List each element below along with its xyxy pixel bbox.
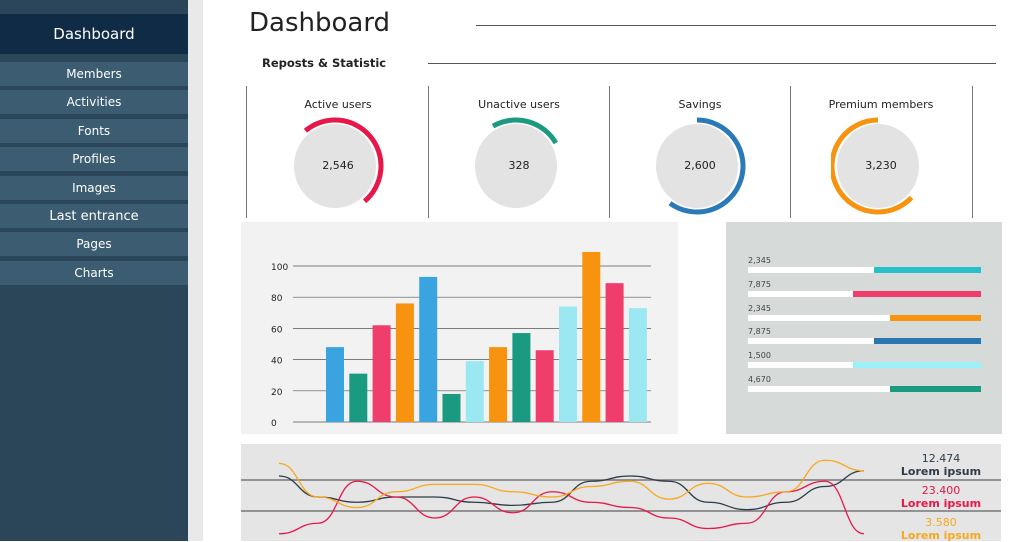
progress-value: 2,345	[748, 303, 771, 313]
gauge-label: Unactive users	[478, 98, 560, 111]
legend-entry: 12.474 Lorem ipsum	[891, 452, 991, 478]
progress-fill	[852, 290, 981, 297]
legend-entry: 3.580 Lorem ipsum	[891, 516, 991, 542]
progress-fill	[852, 362, 981, 369]
progress-fill	[890, 314, 981, 321]
progress-value: 4,670	[748, 375, 771, 384]
progress-fill	[890, 386, 981, 392]
divider-strip	[188, 0, 203, 541]
y-tick-label: 0	[271, 419, 277, 429]
progress-bar	[748, 386, 981, 392]
gauge-value: 2,546	[322, 159, 354, 172]
progress-bar	[748, 290, 981, 297]
gauge-value: 3,230	[865, 159, 897, 172]
y-tick-label: 20	[271, 388, 283, 398]
bar	[628, 308, 647, 422]
progress-bar	[748, 314, 981, 321]
bar	[372, 325, 391, 422]
divider	[428, 63, 996, 64]
progress-bar	[748, 267, 981, 273]
sidebar-header[interactable]: Dashboard	[0, 14, 188, 54]
bar-chart: 100 80 60 40 20 0	[241, 222, 678, 434]
divider	[972, 86, 973, 218]
bar	[349, 373, 368, 422]
progress-fill	[873, 338, 981, 345]
y-tick-label: 60	[271, 325, 283, 335]
gauge-label: Active users	[304, 98, 372, 111]
line-chart: 12.474 Lorem ipsum 23.400 Lorem ipsum 3.580 L…	[241, 444, 1001, 542]
gauge-premium-members: Premium members 3,230	[791, 86, 971, 218]
divider	[476, 25, 996, 26]
line-series	[278, 470, 865, 511]
bar	[326, 347, 344, 422]
legend-label: Lorem ipsum	[900, 497, 982, 510]
legend-value: 12.474	[921, 452, 961, 465]
progress-value: 7,875	[748, 327, 771, 337]
legend-entry: 23.400 Lorem ipsum	[891, 484, 991, 510]
bar	[605, 283, 624, 422]
page-title: Dashboard	[249, 8, 391, 38]
sidebar-item-pages[interactable]: Pages	[0, 232, 188, 257]
gauge-active-users: Active users 2,546	[248, 86, 428, 218]
bar	[535, 350, 554, 422]
progress-value: 2,345	[748, 256, 771, 265]
sidebar-item-charts[interactable]: Charts	[0, 260, 188, 285]
sidebar-item-last-entrance[interactable]: Last entrance	[0, 204, 188, 228]
gauge-value: 2,600	[684, 159, 716, 172]
divider	[246, 86, 247, 218]
gauge-savings: Savings 2,600	[610, 86, 790, 218]
legend-label: Lorem ipsum	[900, 465, 982, 478]
sidebar-item-images[interactable]: Images	[0, 175, 188, 200]
bar	[465, 361, 484, 422]
sidebar-item-profiles[interactable]: Profiles	[0, 147, 188, 172]
line-series	[278, 459, 865, 509]
progress-bar	[748, 362, 981, 369]
section-title: Reposts & Statistic	[262, 56, 387, 70]
progress-fill	[873, 267, 981, 273]
progress-panel: 2,345 7,875 2,345 7,875 1,500 4,670	[726, 222, 1002, 434]
bar	[419, 276, 438, 422]
bar	[395, 303, 414, 422]
gauge-unactive-users: Unactive users 328	[429, 86, 609, 218]
y-tick-label: 40	[271, 357, 283, 367]
line-series	[278, 480, 865, 535]
sidebar: Dashboard Members Activities Fonts Profiles…	[0, 0, 188, 541]
sidebar-item-activities[interactable]: Activities	[0, 90, 188, 115]
bar	[582, 251, 601, 422]
bar	[559, 306, 577, 422]
y-tick-label: 80	[271, 294, 283, 304]
bar	[489, 347, 508, 422]
sidebar-item-members[interactable]: Members	[0, 62, 188, 86]
bar	[512, 333, 531, 422]
gauge-value: 328	[508, 159, 530, 172]
sidebar-item-fonts[interactable]: Fonts	[0, 118, 188, 143]
progress-bar	[748, 338, 981, 345]
gauge-label: Savings	[678, 98, 722, 111]
legend-label: Lorem ipsum	[900, 529, 982, 542]
progress-value: 1,500	[748, 351, 771, 361]
bar	[442, 393, 461, 422]
gauge-label: Premium members	[828, 98, 934, 111]
legend-value: 23.400	[921, 484, 961, 497]
progress-value: 7,875	[748, 279, 771, 289]
y-tick-label: 100	[271, 263, 288, 273]
legend-value: 3.580	[925, 516, 957, 529]
